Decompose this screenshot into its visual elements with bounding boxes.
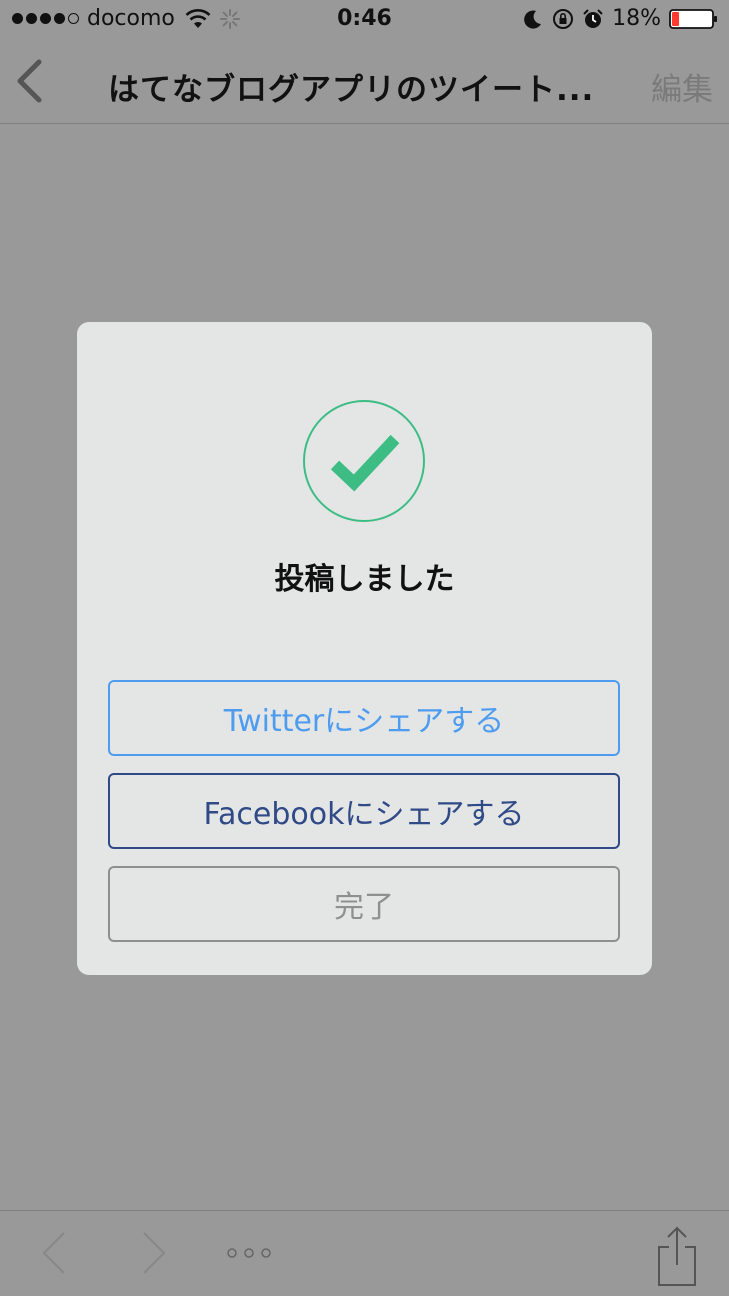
rotation-lock-icon xyxy=(553,8,574,29)
checkmark-circle-icon xyxy=(303,400,425,522)
chevron-left-icon[interactable] xyxy=(12,58,46,104)
navigation-bar: はてなブログアプリのツイート... 編集 xyxy=(0,40,729,124)
page-title: はてなブログアプリのツイート... xyxy=(108,72,595,108)
success-message: 投稿しました xyxy=(274,562,455,597)
share-icon[interactable] xyxy=(655,1225,699,1287)
more-dots-icon[interactable] xyxy=(226,1247,272,1259)
post-complete-dialog: 投稿しました Twitterにシェアする Facebookにシェアする 完了 xyxy=(77,322,652,975)
status-bar: docomo 0:46 18% xyxy=(0,0,729,40)
moon-icon xyxy=(524,10,542,29)
bottom-toolbar xyxy=(0,1210,729,1296)
done-button[interactable]: 完了 xyxy=(108,866,620,942)
share-twitter-button[interactable]: Twitterにシェアする xyxy=(108,680,620,756)
forward-arrow-icon[interactable] xyxy=(140,1231,168,1275)
share-facebook-button[interactable]: Facebookにシェアする xyxy=(108,773,620,849)
battery-percent: 18% xyxy=(612,6,661,31)
edit-button[interactable]: 編集 xyxy=(651,64,713,109)
alarm-icon xyxy=(583,8,603,28)
back-arrow-icon[interactable] xyxy=(40,1231,68,1275)
battery-icon xyxy=(669,8,717,29)
status-bar-right: 18% xyxy=(522,6,719,31)
